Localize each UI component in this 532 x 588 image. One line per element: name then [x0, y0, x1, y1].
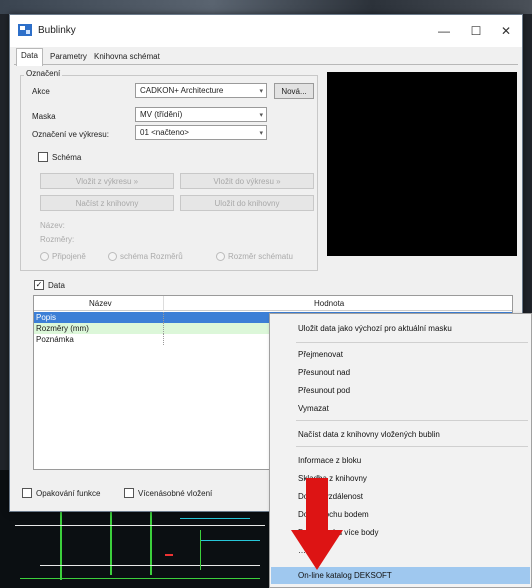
- row-name: Rozměry (mm): [36, 324, 89, 333]
- load-from-library-button[interactable]: Načíst z knihovny: [40, 195, 174, 211]
- repeat-function-checkbox[interactable]: [22, 488, 32, 498]
- insert-from-drawing-button[interactable]: Vložit z výkresu »: [40, 173, 174, 189]
- drawing-designation-value: 01 <načteno>: [140, 128, 189, 137]
- schema-checkbox[interactable]: [38, 152, 48, 162]
- column-header-name[interactable]: Název: [34, 296, 164, 311]
- menu-separator: [296, 420, 528, 421]
- repeat-function-label: Opakování funkce: [36, 489, 101, 498]
- minimize-icon: —: [438, 24, 450, 38]
- drawing-designation-label: Označení ve výkresu:: [32, 130, 109, 139]
- tab-parameters[interactable]: Parametry: [46, 50, 91, 65]
- name-label: Název:: [40, 221, 65, 230]
- arrow-down-icon: [291, 478, 343, 570]
- menu-item-delete[interactable]: Vymazat: [271, 400, 530, 417]
- new-action-button[interactable]: Nová...: [274, 83, 314, 99]
- tab-data[interactable]: Data: [16, 48, 43, 66]
- action-value: CADKON+ Architecture: [140, 86, 224, 95]
- mask-value: MV (třídění): [140, 110, 183, 119]
- drawing-designation-select[interactable]: 01 <načteno> ▾: [135, 125, 267, 140]
- row-name: Popis: [36, 313, 57, 322]
- menu-item-save-default[interactable]: Uložit data jako výchozí pro aktuální ma…: [271, 320, 530, 337]
- dimensions-label: Rozměry:: [40, 235, 75, 244]
- window-title: Bublinky: [38, 25, 76, 36]
- menu-item-move-down[interactable]: Přesunout pod: [271, 382, 530, 399]
- column-header-value[interactable]: Hodnota: [164, 296, 512, 311]
- data-checkbox-label: Data: [48, 281, 65, 290]
- action-label: Akce: [32, 87, 50, 96]
- data-checkbox[interactable]: ✓: [34, 280, 44, 290]
- close-button[interactable]: ✕: [492, 21, 520, 41]
- multiple-insert-checkbox[interactable]: [124, 488, 134, 498]
- menu-separator: [296, 446, 528, 447]
- multiple-insert-label: Vícenásobné vložení: [138, 489, 213, 498]
- menu-item-rename[interactable]: Přejmenovat: [271, 346, 530, 363]
- designation-group-label: Označení: [24, 69, 63, 78]
- schema-size-radio-label: Rozměr schématu: [228, 252, 293, 261]
- schema-size-radio[interactable]: [216, 252, 225, 261]
- menu-item-move-up[interactable]: Přesunout nad: [271, 364, 530, 381]
- chevron-down-icon: ▾: [259, 130, 263, 137]
- schema-dimensions-radio-label: schéma Rozměrů: [120, 252, 183, 261]
- action-select[interactable]: CADKON+ Architecture ▾: [135, 83, 267, 98]
- chevron-down-icon: ▾: [259, 112, 263, 119]
- schema-dimensions-radio[interactable]: [108, 252, 117, 261]
- mask-label: Maska: [32, 112, 56, 121]
- minimize-button[interactable]: —: [430, 21, 458, 41]
- title-bar: Bublinky — ☐ ✕: [10, 15, 522, 47]
- mask-select[interactable]: MV (třídění) ▾: [135, 107, 267, 122]
- menu-item-block-info[interactable]: Informace z bloku: [271, 452, 530, 469]
- attached-radio-label: Připojeně: [52, 252, 86, 261]
- schema-checkbox-label: Schéma: [52, 153, 82, 162]
- save-to-library-button[interactable]: Uložit do knihovny: [180, 195, 314, 211]
- maximize-button[interactable]: ☐: [462, 21, 490, 41]
- schema-preview: [327, 72, 517, 256]
- attached-radio[interactable]: [40, 252, 49, 261]
- check-icon: ✓: [35, 280, 43, 289]
- row-name: Poznámka: [36, 335, 74, 344]
- menu-separator: [296, 342, 528, 343]
- chevron-down-icon: ▾: [259, 88, 263, 95]
- maximize-icon: ☐: [470, 24, 482, 38]
- background-taskbar-strip: [0, 0, 532, 14]
- close-icon: ✕: [500, 24, 512, 38]
- insert-into-drawing-button[interactable]: Vložit do výkresu »: [180, 173, 314, 189]
- tab-schema-library[interactable]: Knihovna schémat: [90, 50, 164, 65]
- app-icon: [18, 24, 32, 36]
- menu-item-load-library-data[interactable]: Načíst data z knihovny vložených bublin: [271, 426, 530, 443]
- tab-strip: Data Parametry Knihovna schémat: [14, 47, 518, 66]
